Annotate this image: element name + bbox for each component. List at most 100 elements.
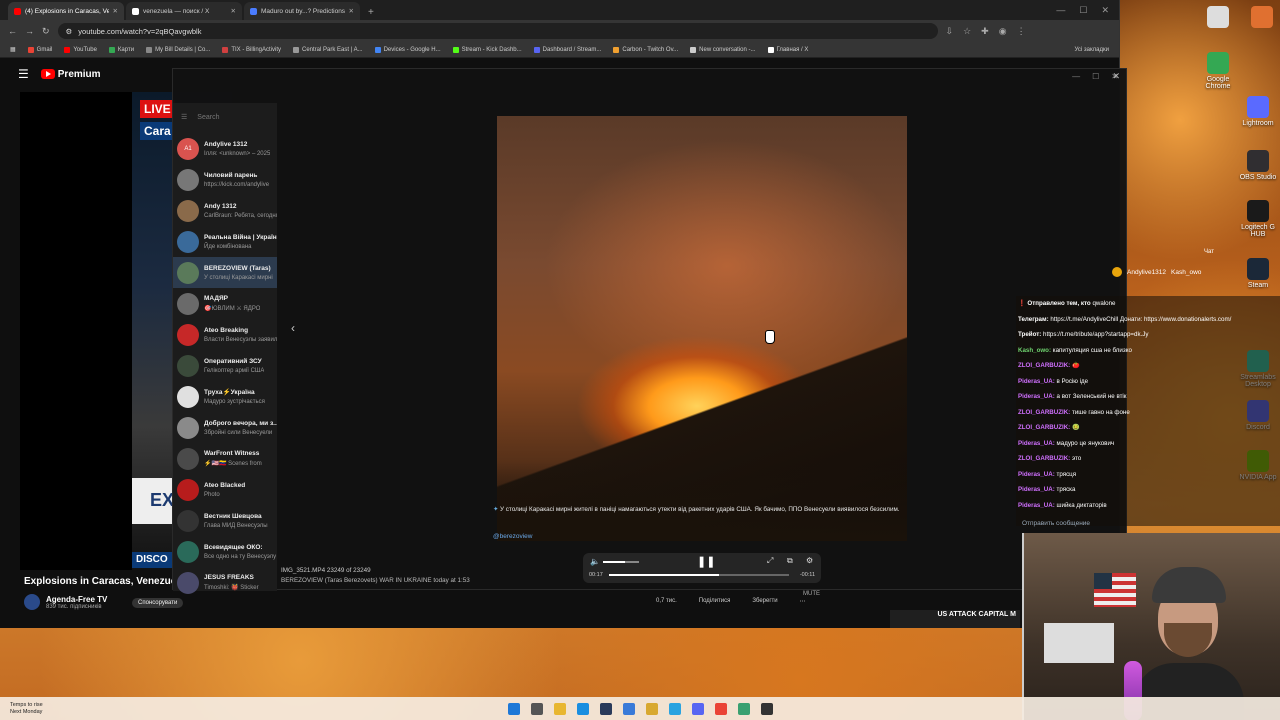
file-explorer-icon[interactable] xyxy=(553,702,566,715)
desktop-shortcut[interactable]: Lightroom xyxy=(1238,96,1278,127)
desktop-shortcut[interactable]: Google Chrome xyxy=(1198,52,1238,90)
bookmark-item[interactable]: Stream - Kick Dashb... xyxy=(452,46,522,53)
folder-icon[interactable] xyxy=(645,702,658,715)
channel-name[interactable]: Agenda-Free TV xyxy=(46,595,107,604)
chat-item[interactable]: BEREZOVIEW (Taras) У столиці Каракасі мир… xyxy=(173,257,277,288)
pause-button[interactable]: ❚❚ xyxy=(697,555,715,568)
chat-item[interactable]: Всевидящее ОКО: Все одно на ту Венесуэлу xyxy=(173,536,277,567)
tab-close-icon[interactable]: ✕ xyxy=(349,7,354,15)
bookmark-item[interactable]: Dashboard / Stream... xyxy=(533,46,601,53)
chat-item[interactable]: Доброго вечора, ми з... Збройні сили Вене… xyxy=(173,412,277,443)
discord-icon[interactable] xyxy=(691,702,704,715)
tg-minimize-icon[interactable]: — xyxy=(1072,72,1080,81)
chat-item[interactable]: Ateo Blacked Photo xyxy=(173,474,277,505)
like-button[interactable]: 0,7 тис. xyxy=(656,598,677,605)
close-icon[interactable]: ✕ xyxy=(1101,5,1109,16)
channel-avatar[interactable] xyxy=(24,594,40,610)
chat-item[interactable]: Andy 1312 CarlBraun: Ребята, сегодня xyxy=(173,195,277,226)
tab-close-icon[interactable]: ✕ xyxy=(231,7,236,15)
tab-close-icon[interactable]: ✕ xyxy=(113,7,118,15)
recommended-thumbnail[interactable]: US ATTACK CAPITAL M xyxy=(890,610,1020,628)
extensions-icon[interactable]: ✚ xyxy=(981,26,989,37)
search-icon[interactable] xyxy=(530,702,543,715)
profile-icon[interactable]: ◉ xyxy=(999,26,1007,37)
more-button[interactable]: ⋯ xyxy=(800,598,806,605)
chat-message: Телеграм: https://t.me/AndyliveChill Дон… xyxy=(1016,312,1280,328)
chat-item[interactable]: Вестник Шевцова Глава МИД Венесуэлы xyxy=(173,505,277,536)
explorer-icon[interactable] xyxy=(622,702,635,715)
desktop-shortcut[interactable] xyxy=(1198,6,1238,30)
media-viewer-frame[interactable] xyxy=(497,116,907,541)
reload-icon[interactable]: ↻ xyxy=(42,26,50,37)
forward-icon[interactable]: → xyxy=(25,26,34,36)
maximize-icon[interactable]: ☐ xyxy=(1079,5,1087,16)
desktop-shortcut[interactable]: Logitech G HUB xyxy=(1238,200,1278,238)
fullscreen-icon[interactable]: ⤢ xyxy=(767,556,773,566)
app-icon[interactable] xyxy=(737,702,750,715)
edge-icon[interactable] xyxy=(576,702,589,715)
desktop-shortcut[interactable] xyxy=(1242,6,1280,30)
minimize-icon[interactable]: — xyxy=(1056,5,1065,16)
back-icon[interactable]: ← xyxy=(8,26,17,36)
seek-bar[interactable] xyxy=(609,574,789,576)
media-close-icon[interactable]: ✕ xyxy=(1112,71,1120,82)
windows-start-icon[interactable] xyxy=(507,702,520,715)
volume-icon[interactable]: 🔈 xyxy=(590,557,600,566)
save-button[interactable]: Зберегти xyxy=(752,598,777,605)
url-field[interactable]: ⚙ youtube.com/watch?v=2qBQavgwblk xyxy=(57,23,938,39)
bookmark-item[interactable]: New conversation -... xyxy=(690,46,756,53)
mute-label[interactable]: MUTE xyxy=(803,591,820,597)
chat-item[interactable]: WarFront Witness ⚡🇺🇸🇻🇪 Scenes from xyxy=(173,443,277,474)
chat-send-input[interactable]: Отправить сообщение xyxy=(1022,520,1090,527)
hamburger-menu-icon[interactable]: ☰ xyxy=(18,67,29,81)
new-tab-button[interactable]: + xyxy=(362,7,380,20)
telegram-menu-icon[interactable]: ☰ xyxy=(181,113,187,121)
chat-item[interactable]: Оперативний ЗСУ Гелікоптер армії США xyxy=(173,350,277,381)
bookmark-item[interactable]: Central Park East | A... xyxy=(293,46,363,53)
bookmark-item[interactable]: Devices - Google H... xyxy=(374,46,441,53)
browser-tab[interactable]: (4) Explosions in Caracas, Ve ✕ xyxy=(8,2,124,20)
chat-item[interactable]: Ateo Breaking Власти Венесуэлы заявили xyxy=(173,319,277,350)
chat-item[interactable]: Реальна Війна | Україна Йде комбінована xyxy=(173,226,277,257)
browser-tab[interactable]: venezuela — поиск / X ✕ xyxy=(126,2,242,20)
chrome-icon[interactable] xyxy=(714,702,727,715)
chat-item[interactable]: Труха⚡Україна Мадуро зустрічається xyxy=(173,381,277,412)
chat-item[interactable]: Чиловий парень https://kick.com/andylive xyxy=(173,164,277,195)
volume-slider[interactable] xyxy=(603,561,639,563)
share-button[interactable]: Поділитися xyxy=(699,598,731,605)
bookmark-item[interactable]: TIX - BillingActivity xyxy=(222,46,281,53)
chat-item[interactable]: A1 Andylive 1312 Ілля: <unknown> – 2025 xyxy=(173,133,277,164)
video-actions: 0,7 тис. Поділитися Зберегти ⋯ xyxy=(656,598,806,605)
obs-icon[interactable] xyxy=(760,702,773,715)
caption-handle-link[interactable]: @berezoview xyxy=(493,533,532,540)
telegram-search[interactable]: ☰ Search xyxy=(173,113,277,122)
chat-item[interactable]: JESUS FREAKS Timoshki: 👹 Sticker xyxy=(173,567,277,598)
chat-item[interactable]: МАДЯР 🎯ЮВЛИМ ⚔ ЯДРО xyxy=(173,288,277,319)
search-input[interactable]: Search xyxy=(197,114,219,121)
bookmark-item[interactable]: Карти xyxy=(108,46,134,53)
weather-widget[interactable]: Temps to rise Next Monday xyxy=(10,702,43,715)
desktop-shortcut[interactable]: OBS Studio xyxy=(1238,150,1278,181)
pip-icon[interactable]: ⧉ xyxy=(787,556,793,566)
bookmark-item[interactable]: Главная / X xyxy=(767,46,808,53)
apps-icon[interactable]: ▦ xyxy=(10,46,16,53)
install-icon[interactable]: ⇩ xyxy=(946,26,954,37)
browser-tab[interactable]: Maduro out by...? Predictions & ✕ xyxy=(244,2,360,20)
site-info-icon[interactable]: ⚙ xyxy=(66,27,73,36)
bookmark-item[interactable]: My Bill Details | Co... xyxy=(146,46,210,53)
bookmark-star-icon[interactable]: ☆ xyxy=(963,26,971,37)
settings-icon[interactable]: ⚙ xyxy=(806,556,813,565)
desktop-shortcut[interactable]: Steam xyxy=(1238,258,1278,289)
bookmark-item[interactable]: Gmail xyxy=(27,46,52,53)
bookmark-item[interactable]: Carbon - Twitch Ov... xyxy=(613,46,678,53)
menu-icon[interactable]: ⋮ xyxy=(1017,26,1026,37)
telegram-icon[interactable] xyxy=(668,702,681,715)
all-bookmarks[interactable]: Усі закладки xyxy=(1074,47,1109,53)
steam-icon[interactable] xyxy=(599,702,612,715)
youtube-logo[interactable]: Premium xyxy=(40,69,101,80)
media-source[interactable]: BEREZOVIEW (Taras Berezovets) WAR IN UKR… xyxy=(281,577,470,584)
previous-media-icon[interactable]: ‹ xyxy=(291,321,295,335)
sponsor-button[interactable]: Спонсорувати xyxy=(132,598,184,608)
bookmark-item[interactable]: YouTube xyxy=(64,46,97,53)
tg-maximize-icon[interactable]: ☐ xyxy=(1092,72,1099,81)
